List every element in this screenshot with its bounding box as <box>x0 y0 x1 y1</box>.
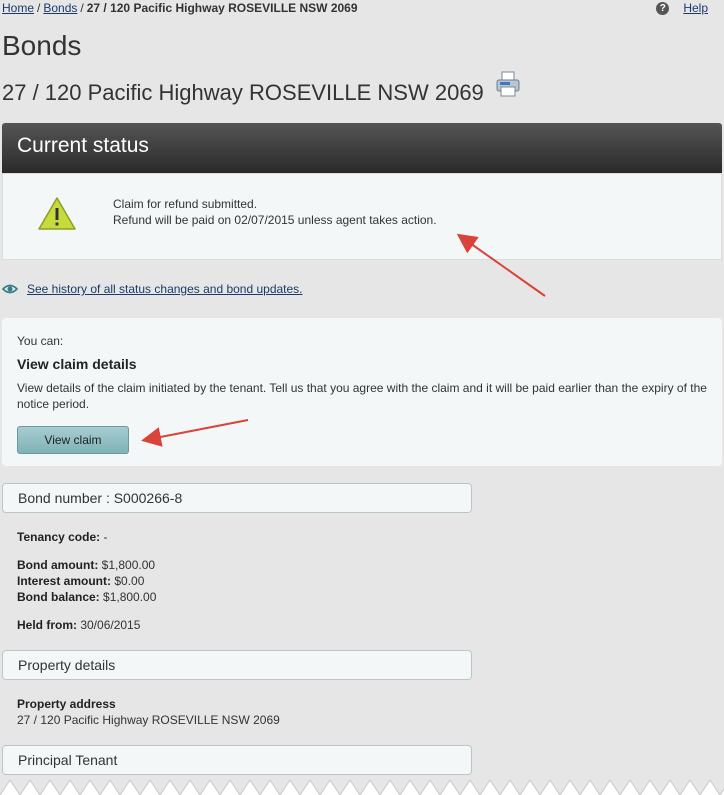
bond-amount-field: Bond amount: $1,800.00 <box>17 558 155 572</box>
help-circle-icon[interactable]: ? <box>656 1 670 15</box>
view-claim-button[interactable]: View claim <box>17 426 129 454</box>
actions-panel: You can: View claim details View details… <box>2 318 722 466</box>
torn-edge-decoration <box>0 778 724 795</box>
bond-number-header: Bond number : S000266-8 <box>2 483 472 513</box>
warning-icon <box>38 197 76 230</box>
eye-icon <box>2 284 18 294</box>
held-from-label: Held from: <box>17 618 77 632</box>
status-line-1: Claim for refund submitted. <box>113 197 258 211</box>
bond-balance-value: $1,800.00 <box>99 590 157 604</box>
address-title: 27 / 120 Pacific Highway ROSEVILLE NSW 2… <box>2 71 522 106</box>
bond-amount-label: Bond amount: <box>17 558 99 572</box>
history-row: See history of all status changes and bo… <box>2 282 303 296</box>
breadcrumb-home-link[interactable]: Home <box>2 1 34 15</box>
current-status-header: Current status <box>2 123 722 173</box>
property-details-header: Property details <box>2 650 472 680</box>
breadcrumb-current: 27 / 120 Pacific Highway ROSEVILLE NSW 2… <box>86 1 358 15</box>
action-description: View details of the claim initiated by t… <box>17 381 707 411</box>
tenancy-code-value: - <box>100 530 108 544</box>
held-from-field: Held from: 30/06/2015 <box>17 618 140 632</box>
interest-amount-value: $0.00 <box>111 574 145 588</box>
bond-amount-value: $1,800.00 <box>98 558 156 572</box>
tenancy-code-label: Tenancy code: <box>17 530 101 544</box>
interest-amount-label: Interest amount: <box>17 574 112 588</box>
breadcrumb-separator: / <box>80 1 84 15</box>
status-line-2: Refund will be paid on 02/07/2015 unless… <box>113 213 437 227</box>
address-title-text: 27 / 120 Pacific Highway ROSEVILLE NSW 2… <box>2 80 484 105</box>
help-area: ? Help <box>656 1 708 15</box>
bond-balance-field: Bond balance: $1,800.00 <box>17 590 156 604</box>
breadcrumb: Home / Bonds/27 / 120 Pacific Highway ROSE… <box>2 1 358 15</box>
page-title: Bonds <box>2 30 82 61</box>
held-from-value: 30/06/2015 <box>77 618 141 632</box>
history-link[interactable]: See history of all status changes and bo… <box>27 282 303 296</box>
action-title: View claim details <box>17 356 137 372</box>
bond-balance-label: Bond balance: <box>17 590 100 604</box>
breadcrumb-separator: / <box>37 1 41 15</box>
status-message: Claim for refund submitted. Refund will … <box>113 196 437 228</box>
property-address-label: Property address <box>17 697 116 711</box>
tenancy-code-field: Tenancy code: - <box>17 530 107 544</box>
help-link[interactable]: Help <box>683 1 708 15</box>
printer-icon[interactable] <box>494 70 522 98</box>
principal-tenant-header: Principal Tenant <box>2 745 472 775</box>
property-address-value: 27 / 120 Pacific Highway ROSEVILLE NSW 2… <box>17 713 280 727</box>
interest-amount-field: Interest amount: $0.00 <box>17 574 144 588</box>
breadcrumb-bonds-link[interactable]: Bonds <box>43 1 77 15</box>
current-status-panel: Claim for refund submitted. Refund will … <box>2 173 722 260</box>
you-can-label: You can: <box>17 334 64 348</box>
